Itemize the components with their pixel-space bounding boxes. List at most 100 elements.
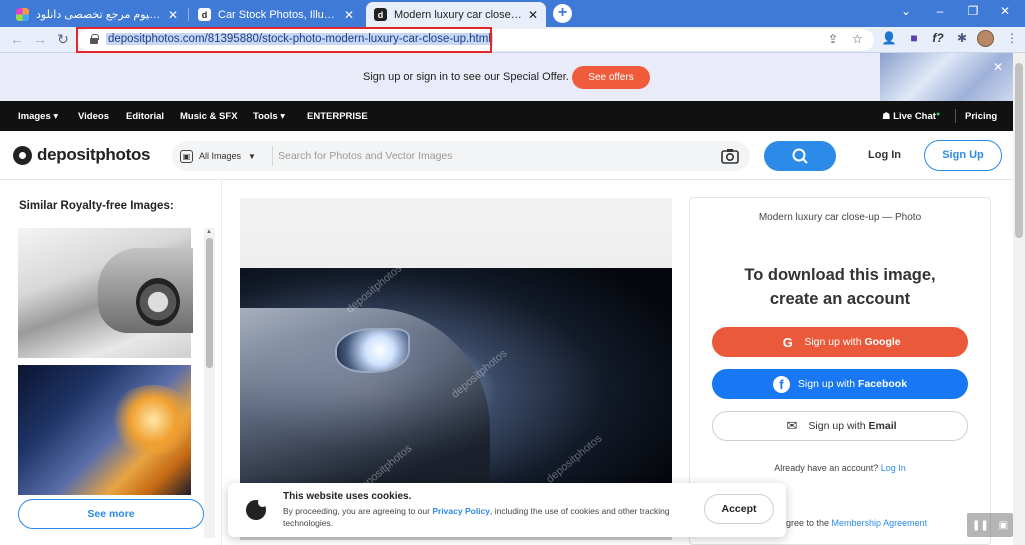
signup-heading-line2: create an account — [769, 290, 911, 308]
minimize-icon[interactable]: – — [930, 4, 950, 18]
close-icon[interactable]: ✕ — [528, 8, 538, 22]
main-nav: Images ▾ Videos Editorial Music & SFX To… — [0, 101, 1013, 131]
membership-agreement-link[interactable]: Membership Agreement — [832, 518, 928, 528]
nav-editorial[interactable]: Editorial — [126, 111, 164, 122]
google-brand: Google — [864, 336, 901, 348]
facebook-brand: Facebook — [858, 378, 908, 390]
tab-search-icon[interactable]: ⌄ — [896, 4, 916, 18]
caret-down-icon: ▼ — [248, 151, 256, 161]
caret-down-icon: ▾ — [53, 111, 59, 122]
headlight-illustration — [108, 385, 191, 455]
profile-avatar[interactable] — [977, 30, 994, 47]
similar-image-thumbnail[interactable] — [18, 365, 191, 495]
cookie-text-before: By proceeding, you are agreeing to our — [283, 506, 430, 516]
close-icon[interactable]: ✕ — [993, 60, 1003, 74]
signup-button[interactable]: Sign Up — [924, 140, 1002, 171]
envelope-icon: ✉ — [786, 418, 798, 433]
photo-caption: Modern luxury car close-up — Photo — [758, 212, 922, 223]
tab-separator — [188, 8, 189, 21]
signup-facebook-button[interactable]: f Sign up with Facebook — [712, 369, 968, 399]
cookie-title: This website uses cookies. — [283, 491, 412, 502]
share-icon[interactable]: ⇪ — [828, 32, 838, 46]
nav-divider — [955, 109, 956, 123]
cookie-banner: This website uses cookies. By proceeding… — [228, 483, 786, 537]
email-prefix: Sign up with — [808, 420, 866, 432]
depositphotos-icon: d — [374, 8, 387, 21]
url-highlight-box — [76, 27, 492, 53]
similar-image-thumbnail[interactable] — [18, 228, 193, 358]
nav-enterprise[interactable]: ENTERPRISE — [307, 111, 368, 122]
facebook-prefix: Sign up with — [797, 378, 856, 390]
live-chat-label: Live Chat — [893, 111, 936, 122]
signup-heading: To download this image, create an accoun… — [689, 263, 991, 311]
already-have-account: Already have an account? Log In — [689, 463, 991, 473]
scrollbar-thumb[interactable] — [206, 238, 213, 368]
nav-label: Images — [18, 111, 51, 122]
window-close-icon[interactable]: ✕ — [995, 4, 1015, 18]
image-filter-icon: ▣ — [180, 149, 193, 163]
google-prefix: Sign up with — [804, 336, 862, 348]
extension-fx-icon[interactable]: f? — [929, 31, 947, 45]
see-offers-button[interactable]: See offers — [572, 66, 650, 89]
nav-images[interactable]: Images ▾ — [18, 111, 58, 122]
page-scrollbar[interactable] — [1013, 53, 1025, 545]
google-icon: G — [782, 334, 793, 350]
scroll-up-icon[interactable]: ▲ — [206, 229, 212, 235]
close-icon[interactable]: ✕ — [168, 8, 178, 22]
wheel-illustration — [136, 278, 180, 326]
nav-videos[interactable]: Videos — [78, 111, 109, 122]
picture-in-picture-control[interactable]: ❚❚ ▣ — [967, 513, 1013, 537]
scrollbar-thumb[interactable] — [1015, 63, 1023, 238]
login-link[interactable]: Log In — [881, 463, 906, 473]
cookie-icon — [246, 498, 267, 520]
browser-tab-3-active[interactable]: d Modern luxury car close-up Stock ✕ — [366, 2, 546, 27]
search-icon — [792, 148, 808, 164]
accept-cookies-button[interactable]: Accept — [704, 494, 774, 524]
pause-icon[interactable]: ❚❚ — [972, 520, 989, 531]
filter-label: All Images — [199, 151, 242, 161]
reload-icon[interactable]: ↻ — [54, 31, 72, 48]
close-icon[interactable]: ✕ — [344, 8, 354, 22]
site-logo[interactable]: depositphotos — [37, 145, 151, 165]
browser-tab-1[interactable]: دانلود پریمیوم مرجع تخصصی دانلود ✕ — [8, 2, 186, 27]
menu-kebab-icon[interactable]: ⋮ — [1003, 31, 1021, 45]
live-chat-link[interactable]: ☗ Live Chat● — [882, 111, 940, 122]
already-text: Already have an account? — [774, 463, 879, 473]
search-button[interactable] — [764, 141, 836, 171]
signup-email-button[interactable]: ✉ Sign up with Email — [712, 411, 968, 441]
browser-tab-2[interactable]: d Car Stock Photos, Illustrations and ✕ — [190, 2, 362, 27]
depositphotos-logo-icon[interactable] — [13, 146, 32, 165]
thumbnail-scrollbar[interactable]: ▲ — [204, 228, 215, 538]
agreement-text: gree to the Membership Agreement — [786, 518, 927, 528]
extension-badge-icon[interactable]: ■ — [905, 31, 923, 45]
cookie-text: By proceeding, you are agreeing to our P… — [283, 505, 678, 529]
agree-text: gree to the — [786, 518, 830, 528]
depositphotos-icon: d — [198, 8, 211, 21]
new-tab-button[interactable]: + — [553, 4, 572, 23]
nav-tools[interactable]: Tools ▾ — [253, 111, 285, 122]
extension-person-icon[interactable]: 👤 — [880, 31, 898, 45]
pricing-link[interactable]: Pricing — [965, 111, 997, 122]
login-link[interactable]: Log In — [868, 149, 901, 161]
extensions-puzzle-icon[interactable]: ✱ — [953, 31, 971, 45]
pip-icon[interactable]: ▣ — [999, 520, 1008, 531]
back-icon[interactable]: ← — [8, 31, 26, 47]
camera-search-icon[interactable] — [720, 146, 740, 166]
headlight-illustration — [335, 328, 410, 373]
online-dot-icon: ● — [935, 111, 941, 118]
forward-icon[interactable]: → — [31, 31, 49, 47]
signup-google-button[interactable]: G Sign up with Google — [712, 327, 968, 357]
privacy-policy-link[interactable]: Privacy Policy — [432, 506, 490, 516]
search-divider — [272, 146, 273, 166]
browser-tab-strip: دانلود پریمیوم مرجع تخصصی دانلود ✕ d Car… — [0, 0, 1025, 27]
similar-images-title: Similar Royalty-free Images: — [19, 200, 174, 212]
restore-icon[interactable]: ❐ — [963, 4, 983, 18]
nav-music[interactable]: Music & SFX — [180, 111, 238, 122]
see-more-button[interactable]: See more — [18, 499, 204, 529]
facebook-icon: f — [772, 375, 790, 393]
search-filter-dropdown[interactable]: ▣ All Images ▼ — [180, 147, 272, 165]
bookmark-star-icon[interactable]: ☆ — [852, 32, 863, 46]
search-input[interactable] — [278, 146, 698, 166]
email-brand: Email — [868, 420, 897, 432]
nav-label: Tools — [253, 111, 278, 122]
